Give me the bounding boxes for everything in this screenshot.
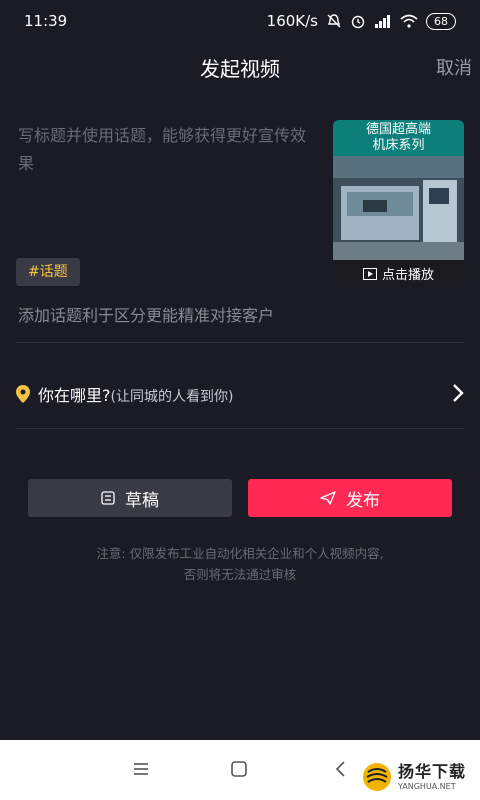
review-notice: 注意: 仅限发布工业自动化相关企业和个人视频内容, 否则将无法通过审核 [0, 543, 480, 585]
status-time: 11:39 [24, 12, 68, 30]
battery-icon: 68 [426, 12, 456, 30]
location-label: 你在哪里?(让同城的人看到你) [38, 382, 233, 406]
location-sublabel: (让同城的人看到你) [110, 389, 234, 405]
net-speed: 160K/s [266, 12, 318, 30]
play-label: 点击播放 [381, 268, 434, 283]
thumbnail-caption-line2: 机床系列 [372, 138, 425, 153]
mute-icon [327, 14, 341, 28]
machine-image [333, 156, 464, 260]
location-pin-icon [16, 385, 30, 403]
alarm-icon [351, 15, 365, 29]
brand-url: YANGHUA.NET [397, 781, 456, 791]
divider [16, 428, 464, 429]
status-bar: 11:39 160K/s 68 [0, 0, 480, 42]
topic-hint: 添加话题利于区分更能精准对接客户 [18, 306, 275, 325]
play-button[interactable]: 点击播放 [333, 260, 464, 287]
send-icon [320, 491, 336, 505]
draft-button[interactable]: 草稿 [28, 479, 232, 517]
notice-line1: 注意: 仅限发布工业自动化相关企业和个人视频内容, [96, 546, 384, 561]
publish-label: 发布 [346, 490, 380, 511]
page-title: 发起视频 [200, 57, 280, 81]
signal-icon [375, 15, 390, 28]
brand-logo-icon [362, 763, 391, 791]
header: 发起视频 取消 [0, 50, 480, 88]
back-icon[interactable] [333, 760, 347, 778]
title-input[interactable]: 写标题并使用话题，能够获得更好宣传效果 [18, 122, 314, 178]
play-icon [362, 267, 377, 280]
divider [16, 342, 464, 343]
location-row[interactable]: 你在哪里?(让同城的人看到你) [16, 372, 464, 416]
thumbnail-caption: 德国超高端 机床系列 [333, 120, 464, 156]
video-thumbnail[interactable]: 德国超高端 机床系列 点击播放 [333, 120, 464, 287]
location-label-main: 你在哪里? [38, 386, 111, 405]
publish-button[interactable]: 发布 [248, 479, 452, 517]
topic-tag-chip[interactable]: #话题 [16, 258, 80, 286]
wifi-icon [400, 14, 418, 28]
draft-label: 草稿 [125, 490, 159, 511]
watermark-logo: 扬华下载 YANGHUA.NET [362, 762, 466, 792]
chevron-right-icon [453, 384, 464, 402]
draft-icon [101, 491, 115, 505]
thumbnail-caption-line1: 德国超高端 [365, 122, 431, 137]
brand-name: 扬华下载 [397, 761, 466, 781]
notice-line2: 否则将无法通过审核 [183, 567, 297, 582]
cancel-button[interactable]: 取消 [436, 50, 472, 88]
status-icons: 160K/s 68 [267, 12, 456, 30]
brand-text: 扬华下载 YANGHUA.NET [397, 761, 466, 791]
home-icon[interactable] [230, 760, 248, 778]
menu-icon[interactable] [132, 760, 150, 778]
